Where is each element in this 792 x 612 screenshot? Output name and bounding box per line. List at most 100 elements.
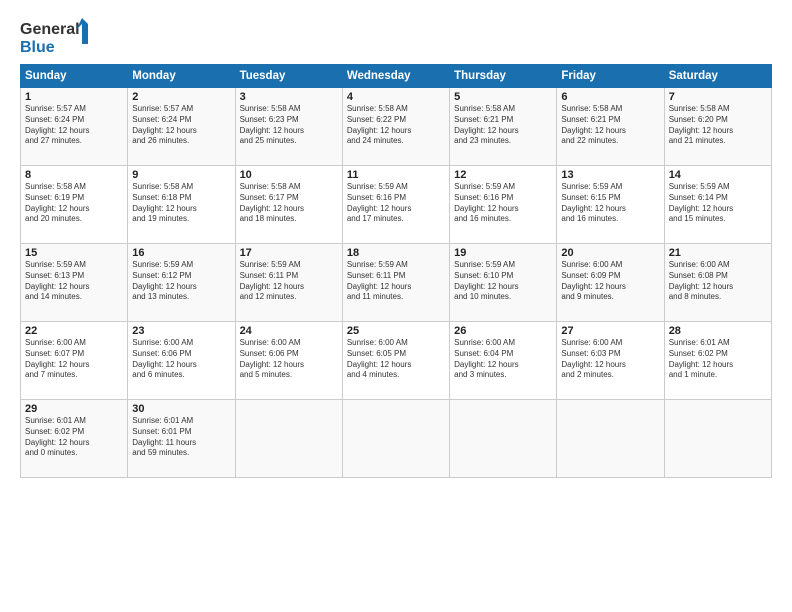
day-info: Sunrise: 5:58 AM Sunset: 6:22 PM Dayligh… [347,104,445,147]
day-info: Sunrise: 5:59 AM Sunset: 6:15 PM Dayligh… [561,182,659,225]
calendar-cell: 8Sunrise: 5:58 AM Sunset: 6:19 PM Daylig… [21,166,128,244]
day-number: 14 [669,169,767,181]
day-number: 15 [25,247,123,259]
week-row-2: 8Sunrise: 5:58 AM Sunset: 6:19 PM Daylig… [21,166,772,244]
day-info: Sunrise: 5:58 AM Sunset: 6:23 PM Dayligh… [240,104,338,147]
day-info: Sunrise: 6:01 AM Sunset: 6:01 PM Dayligh… [132,416,230,459]
weekday-saturday: Saturday [664,65,771,88]
day-info: Sunrise: 5:57 AM Sunset: 6:24 PM Dayligh… [132,104,230,147]
calendar-cell: 3Sunrise: 5:58 AM Sunset: 6:23 PM Daylig… [235,88,342,166]
weekday-row: SundayMondayTuesdayWednesdayThursdayFrid… [21,65,772,88]
day-number: 7 [669,91,767,103]
calendar-cell: 19Sunrise: 5:59 AM Sunset: 6:10 PM Dayli… [450,244,557,322]
day-number: 16 [132,247,230,259]
weekday-tuesday: Tuesday [235,65,342,88]
day-info: Sunrise: 5:59 AM Sunset: 6:16 PM Dayligh… [347,182,445,225]
day-info: Sunrise: 5:59 AM Sunset: 6:11 PM Dayligh… [347,260,445,303]
day-number: 5 [454,91,552,103]
day-info: Sunrise: 6:00 AM Sunset: 6:09 PM Dayligh… [561,260,659,303]
day-number: 20 [561,247,659,259]
calendar-cell: 27Sunrise: 6:00 AM Sunset: 6:03 PM Dayli… [557,322,664,400]
calendar-cell: 20Sunrise: 6:00 AM Sunset: 6:09 PM Dayli… [557,244,664,322]
calendar-cell: 2Sunrise: 5:57 AM Sunset: 6:24 PM Daylig… [128,88,235,166]
day-info: Sunrise: 6:00 AM Sunset: 6:06 PM Dayligh… [132,338,230,381]
weekday-sunday: Sunday [21,65,128,88]
calendar-cell: 10Sunrise: 5:58 AM Sunset: 6:17 PM Dayli… [235,166,342,244]
week-row-1: 1Sunrise: 5:57 AM Sunset: 6:24 PM Daylig… [21,88,772,166]
week-row-3: 15Sunrise: 5:59 AM Sunset: 6:13 PM Dayli… [21,244,772,322]
day-number: 1 [25,91,123,103]
calendar-cell: 25Sunrise: 6:00 AM Sunset: 6:05 PM Dayli… [342,322,449,400]
day-number: 12 [454,169,552,181]
day-number: 27 [561,325,659,337]
day-number: 6 [561,91,659,103]
day-info: Sunrise: 6:01 AM Sunset: 6:02 PM Dayligh… [25,416,123,459]
calendar-header: SundayMondayTuesdayWednesdayThursdayFrid… [21,65,772,88]
calendar-cell: 1Sunrise: 5:57 AM Sunset: 6:24 PM Daylig… [21,88,128,166]
calendar-cell: 16Sunrise: 5:59 AM Sunset: 6:12 PM Dayli… [128,244,235,322]
day-info: Sunrise: 6:00 AM Sunset: 6:06 PM Dayligh… [240,338,338,381]
day-number: 25 [347,325,445,337]
day-number: 3 [240,91,338,103]
day-number: 23 [132,325,230,337]
calendar-cell: 6Sunrise: 5:58 AM Sunset: 6:21 PM Daylig… [557,88,664,166]
day-number: 17 [240,247,338,259]
calendar-cell: 4Sunrise: 5:58 AM Sunset: 6:22 PM Daylig… [342,88,449,166]
day-info: Sunrise: 6:00 AM Sunset: 6:04 PM Dayligh… [454,338,552,381]
header: GeneralBlue [20,16,772,56]
calendar-page: GeneralBlue SundayMondayTuesdayWednesday… [0,0,792,612]
calendar-cell: 9Sunrise: 5:58 AM Sunset: 6:18 PM Daylig… [128,166,235,244]
day-info: Sunrise: 6:00 AM Sunset: 6:03 PM Dayligh… [561,338,659,381]
day-number: 18 [347,247,445,259]
weekday-thursday: Thursday [450,65,557,88]
day-info: Sunrise: 5:58 AM Sunset: 6:18 PM Dayligh… [132,182,230,225]
day-info: Sunrise: 5:58 AM Sunset: 6:17 PM Dayligh… [240,182,338,225]
calendar-cell [235,400,342,478]
calendar-cell: 15Sunrise: 5:59 AM Sunset: 6:13 PM Dayli… [21,244,128,322]
calendar-cell: 13Sunrise: 5:59 AM Sunset: 6:15 PM Dayli… [557,166,664,244]
calendar-cell: 12Sunrise: 5:59 AM Sunset: 6:16 PM Dayli… [450,166,557,244]
calendar-cell: 23Sunrise: 6:00 AM Sunset: 6:06 PM Dayli… [128,322,235,400]
calendar-cell: 7Sunrise: 5:58 AM Sunset: 6:20 PM Daylig… [664,88,771,166]
calendar-cell: 18Sunrise: 5:59 AM Sunset: 6:11 PM Dayli… [342,244,449,322]
calendar-cell [664,400,771,478]
calendar-cell: 22Sunrise: 6:00 AM Sunset: 6:07 PM Dayli… [21,322,128,400]
calendar-table: SundayMondayTuesdayWednesdayThursdayFrid… [20,64,772,478]
calendar-body: 1Sunrise: 5:57 AM Sunset: 6:24 PM Daylig… [21,88,772,478]
calendar-cell: 14Sunrise: 5:59 AM Sunset: 6:14 PM Dayli… [664,166,771,244]
weekday-friday: Friday [557,65,664,88]
day-number: 28 [669,325,767,337]
calendar-cell: 30Sunrise: 6:01 AM Sunset: 6:01 PM Dayli… [128,400,235,478]
calendar-cell: 26Sunrise: 6:00 AM Sunset: 6:04 PM Dayli… [450,322,557,400]
calendar-cell [342,400,449,478]
day-number: 29 [25,403,123,415]
calendar-cell: 17Sunrise: 5:59 AM Sunset: 6:11 PM Dayli… [235,244,342,322]
day-info: Sunrise: 6:00 AM Sunset: 6:05 PM Dayligh… [347,338,445,381]
day-number: 19 [454,247,552,259]
day-info: Sunrise: 5:58 AM Sunset: 6:21 PM Dayligh… [561,104,659,147]
day-info: Sunrise: 5:59 AM Sunset: 6:10 PM Dayligh… [454,260,552,303]
day-info: Sunrise: 6:01 AM Sunset: 6:02 PM Dayligh… [669,338,767,381]
svg-text:General: General [20,21,80,38]
day-number: 21 [669,247,767,259]
day-number: 9 [132,169,230,181]
day-number: 10 [240,169,338,181]
calendar-cell: 29Sunrise: 6:01 AM Sunset: 6:02 PM Dayli… [21,400,128,478]
day-info: Sunrise: 5:59 AM Sunset: 6:12 PM Dayligh… [132,260,230,303]
logo: GeneralBlue [20,16,100,56]
day-info: Sunrise: 5:59 AM Sunset: 6:13 PM Dayligh… [25,260,123,303]
calendar-cell [557,400,664,478]
day-number: 11 [347,169,445,181]
day-info: Sunrise: 5:57 AM Sunset: 6:24 PM Dayligh… [25,104,123,147]
calendar-cell: 28Sunrise: 6:01 AM Sunset: 6:02 PM Dayli… [664,322,771,400]
day-info: Sunrise: 5:59 AM Sunset: 6:11 PM Dayligh… [240,260,338,303]
day-number: 13 [561,169,659,181]
day-number: 22 [25,325,123,337]
day-info: Sunrise: 5:59 AM Sunset: 6:14 PM Dayligh… [669,182,767,225]
day-info: Sunrise: 5:58 AM Sunset: 6:20 PM Dayligh… [669,104,767,147]
svg-text:Blue: Blue [20,39,55,56]
calendar-cell: 21Sunrise: 6:00 AM Sunset: 6:08 PM Dayli… [664,244,771,322]
day-number: 30 [132,403,230,415]
day-number: 8 [25,169,123,181]
day-number: 24 [240,325,338,337]
